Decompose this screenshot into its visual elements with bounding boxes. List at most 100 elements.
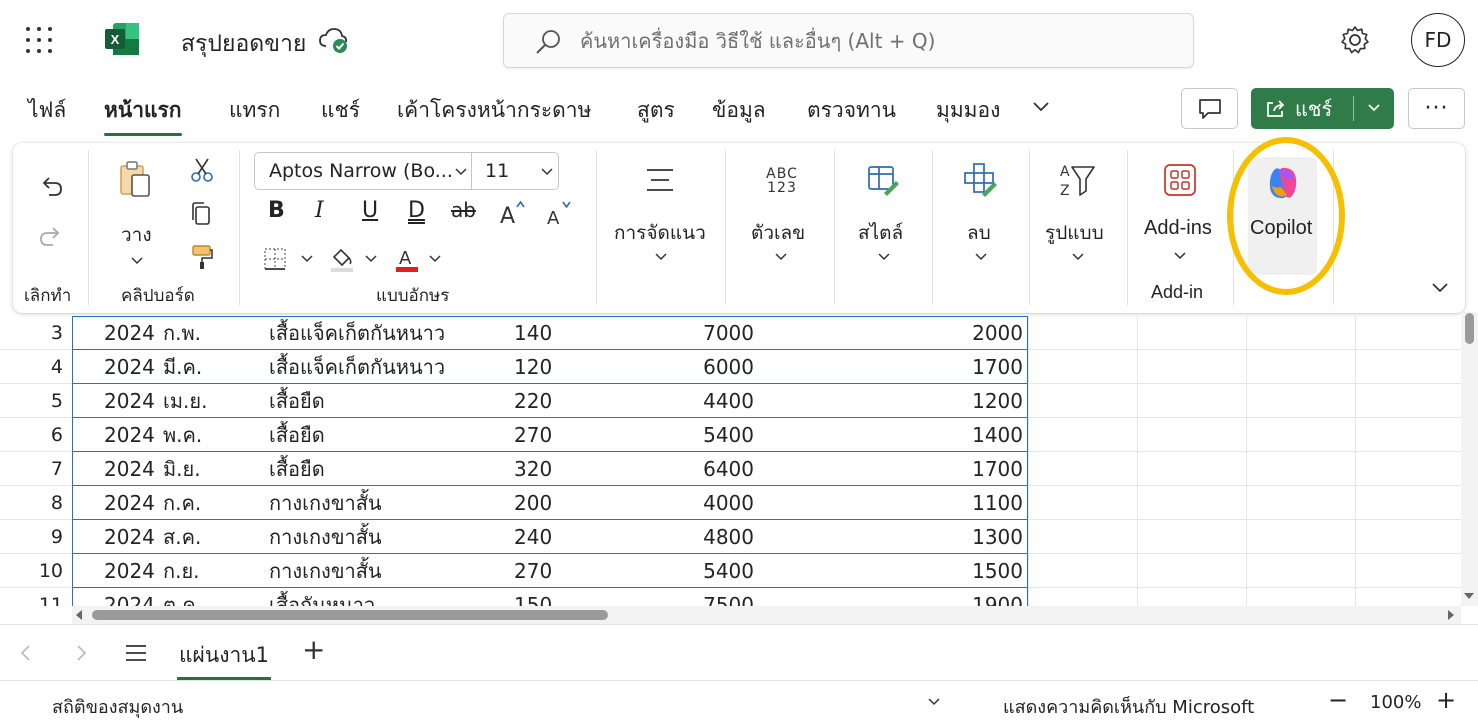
cell-sales[interactable]: 4000 [620,486,754,520]
cell-cost[interactable]: 1700 [880,452,1023,486]
add-sheet-button[interactable]: + [302,633,325,666]
cell-quantity[interactable]: 270 [514,554,594,588]
spreadsheet-grid[interactable]: 3 2024 ก.พ. เสื้อแจ็คเก็ตกันหนาว 140 7000 2000… [0,316,1478,606]
cell-year[interactable]: 2024 [104,418,158,452]
cell-item[interactable]: เสื้อแจ็คเก็ตกันหนาว [269,316,499,350]
cell-cost[interactable]: 1500 [880,554,1023,588]
cell-year[interactable]: 2024 [104,520,158,554]
row-number[interactable]: 11 [0,588,72,606]
styles-icon[interactable] [866,163,900,197]
cell-cost[interactable]: 2000 [880,316,1023,350]
cell-cost[interactable]: 1200 [880,384,1023,418]
borders-icon[interactable] [263,247,287,271]
italic-button[interactable]: I [315,198,324,223]
all-sheets-menu-icon[interactable] [124,643,148,663]
cell-month[interactable]: พ.ค. [163,418,258,452]
cell-item[interactable]: เสื้อยืด [269,384,499,418]
borders-chevron-icon[interactable] [301,255,313,263]
comments-button[interactable] [1181,88,1238,129]
delete-chevron-icon[interactable] [975,253,987,261]
undo-icon[interactable] [39,173,65,199]
bold-button[interactable]: B [268,198,285,223]
cell-item[interactable]: กางเกงขาสั้น [269,520,499,554]
cell-sales[interactable]: 4400 [620,384,754,418]
redo-icon[interactable] [37,223,63,249]
alignment-chevron-icon[interactable] [655,253,667,261]
horizontal-scrollbar-thumb[interactable] [92,610,608,620]
tab-file[interactable]: ไฟล์ [28,94,66,127]
vertical-scrollbar-thumb[interactable] [1465,313,1474,344]
tab-home[interactable]: หน้าแรก [104,94,182,136]
cell-cost[interactable]: 1300 [880,520,1023,554]
cell-year[interactable]: 2024 [104,452,158,486]
paste-chevron-icon[interactable] [131,257,143,265]
cell-quantity[interactable]: 240 [514,520,594,554]
cell-sales[interactable]: 6400 [620,452,754,486]
cell-month[interactable]: ก.พ. [163,316,258,350]
ribbon-collapse-chevron-icon[interactable] [1431,282,1449,294]
row-number[interactable]: 4 [0,350,72,384]
row-number[interactable]: 3 [0,316,72,350]
add-ins-chevron-icon[interactable] [1174,252,1186,260]
cell-month[interactable]: ก.ย. [163,554,258,588]
cell-quantity[interactable]: 270 [514,418,594,452]
cell-month[interactable]: ต.ค. [163,588,258,606]
zoom-in-button[interactable]: + [1436,686,1456,714]
cell-item[interactable]: กางเกงขาสั้น [269,486,499,520]
font-size-dropdown[interactable]: 11 [485,160,509,182]
excel-logo-icon[interactable]: X [105,23,139,55]
more-tabs-chevron-icon[interactable] [1030,96,1052,118]
cell-year[interactable]: 2024 [104,554,158,588]
sheet-tab-1[interactable]: แผ่นงาน1 [165,625,283,680]
tab-formulas[interactable]: สูตร [637,94,675,127]
increase-font-size-icon[interactable]: A [498,199,526,227]
app-launcher-icon[interactable] [26,27,52,53]
more-options-button[interactable]: ··· [1408,88,1465,129]
cell-month[interactable]: มี.ค. [163,350,258,384]
strikethrough-button[interactable]: ab [451,198,476,222]
copy-icon[interactable] [190,201,212,227]
sort-filter-icon[interactable]: A Z [1058,161,1096,199]
cell-item[interactable]: เสื้อยืด [269,452,499,486]
feedback-link[interactable]: แสดงความคิดเห็นกับ Microsoft [1003,692,1254,720]
format-chevron-icon[interactable] [1072,253,1084,261]
tab-page-layout[interactable]: เค้าโครงหน้ากระดาษ [397,94,591,127]
row-number[interactable]: 8 [0,486,72,520]
fill-color-icon[interactable] [329,245,355,273]
delete-cells-icon[interactable] [962,161,998,197]
add-ins-label[interactable]: Add-ins [1144,217,1212,240]
cell-sales[interactable]: 5400 [620,554,754,588]
cut-icon[interactable] [190,157,214,183]
paste-icon[interactable] [118,160,152,198]
cell-quantity[interactable]: 150 [514,588,594,606]
cell-item[interactable]: เสื้อกันหนาว [269,588,499,606]
cell-cost[interactable]: 1900 [880,588,1023,606]
cell-month[interactable]: มิ.ย. [163,452,258,486]
status-chevron-icon[interactable] [928,698,940,706]
tab-view[interactable]: มุมมอง [936,94,1000,127]
font-size-chevron-icon[interactable] [541,168,553,176]
settings-gear-icon[interactable] [1339,24,1371,56]
row-number[interactable]: 5 [0,384,72,418]
tab-share[interactable]: แชร์ [321,94,360,127]
font-color-chevron-icon[interactable] [429,255,441,263]
cell-year[interactable]: 2024 [104,384,158,418]
cell-item[interactable]: กางเกงขาสั้น [269,554,499,588]
row-number[interactable]: 9 [0,520,72,554]
font-color-icon[interactable]: A [394,245,420,273]
row-number[interactable]: 6 [0,418,72,452]
add-ins-icon[interactable] [1163,163,1197,197]
cell-quantity[interactable]: 140 [514,316,594,350]
cell-cost[interactable]: 1700 [880,350,1023,384]
scroll-down-arrow-icon[interactable] [1463,591,1475,601]
cell-month[interactable]: ส.ค. [163,520,258,554]
cell-quantity[interactable]: 320 [514,452,594,486]
alignment-label[interactable]: การจัดแนว [614,218,706,248]
font-name-dropdown[interactable]: Aptos Narrow (Bo... [269,160,453,182]
cell-year[interactable]: 2024 [104,316,158,350]
number-label[interactable]: ตัวเลข [751,218,805,248]
format-painter-icon[interactable] [190,243,214,271]
cell-month[interactable]: ก.ค. [163,486,258,520]
cell-cost[interactable]: 1400 [880,418,1023,452]
row-number[interactable]: 10 [0,554,72,588]
